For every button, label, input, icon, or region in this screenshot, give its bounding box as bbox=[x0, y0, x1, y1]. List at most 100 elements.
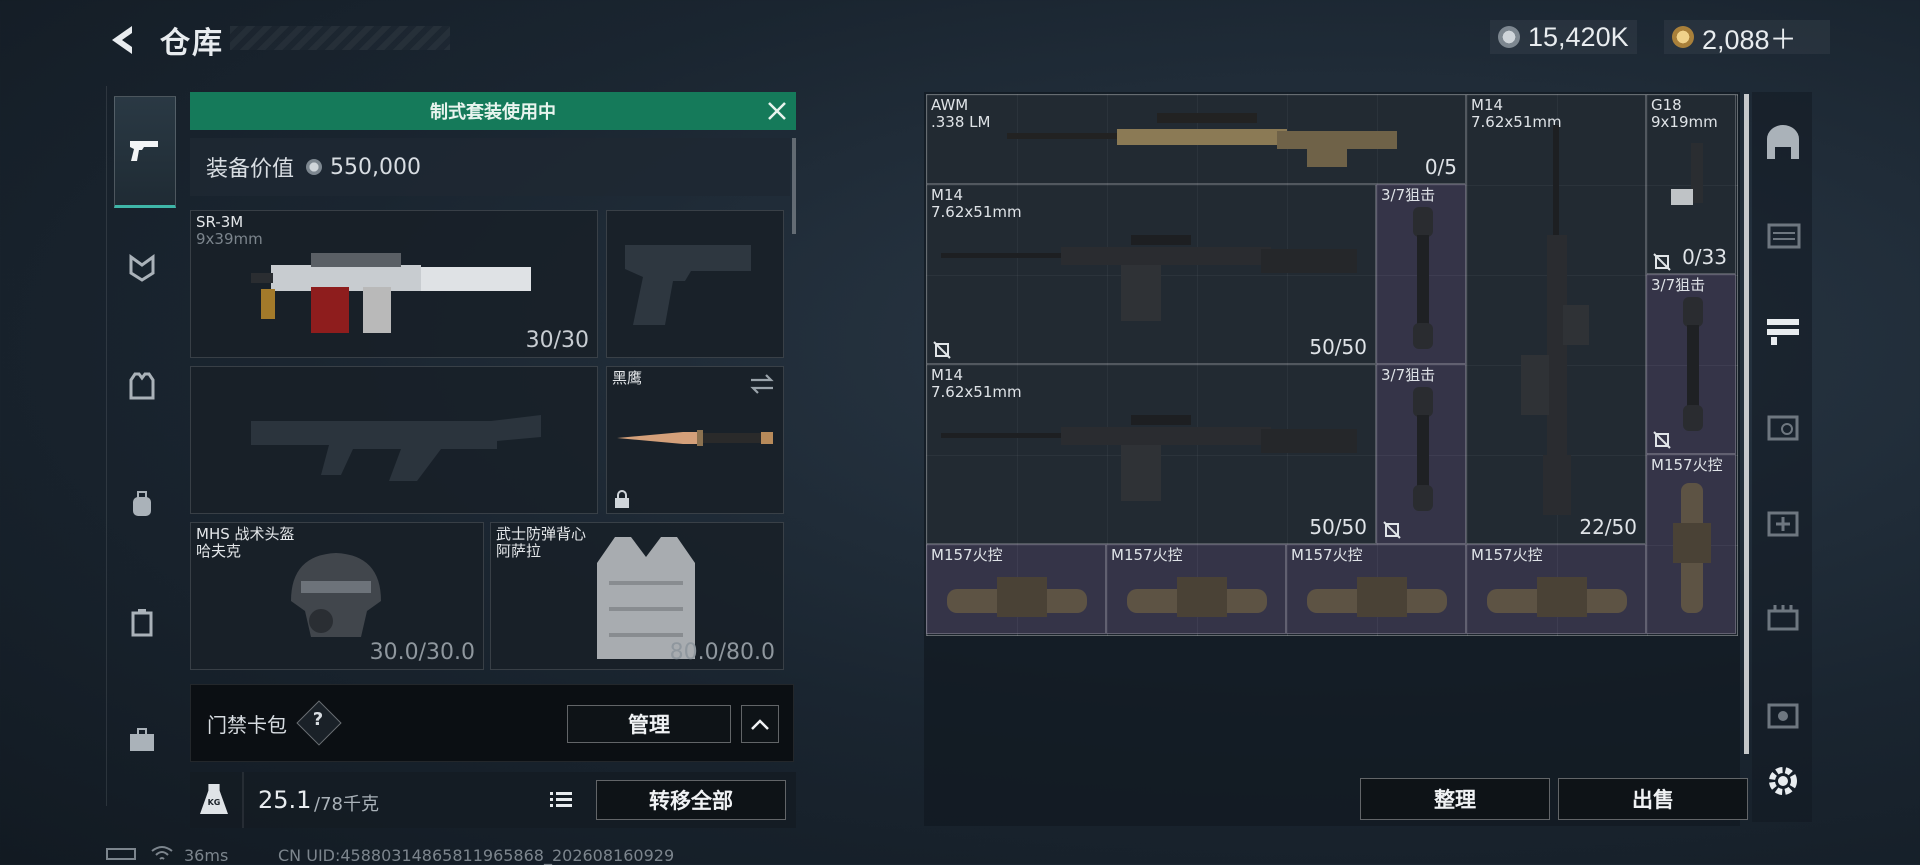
g18-pistol-image bbox=[1671, 143, 1703, 205]
transfer-all-button[interactable]: 转移全部 bbox=[596, 780, 786, 820]
tab-weapons[interactable] bbox=[114, 96, 176, 208]
settings-button[interactable] bbox=[1758, 756, 1808, 806]
inventory-item-m14[interactable]: M14 7.62x51mm 50/50 bbox=[926, 364, 1376, 544]
gold-coin-icon bbox=[1672, 26, 1694, 48]
inventory-item-scope[interactable]: 3/7狙击 bbox=[1376, 364, 1466, 544]
item-caliber: 7.62x51mm bbox=[931, 383, 1022, 401]
m157-sight-image bbox=[1673, 483, 1711, 613]
inventory-item-m14[interactable]: M14 7.62x51mm 50/50 bbox=[926, 184, 1376, 364]
armor-slot[interactable]: 武士防弹背心 阿萨拉 80.0/80.0 bbox=[490, 522, 784, 670]
storage-crate-icon bbox=[1767, 415, 1799, 441]
expand-button[interactable] bbox=[741, 705, 779, 743]
tab-toolbox[interactable] bbox=[112, 710, 172, 770]
preset-banner: 制式套装使用中 bbox=[190, 92, 796, 130]
close-preset-button[interactable] bbox=[758, 92, 796, 130]
tab-backpack[interactable] bbox=[112, 474, 172, 534]
battery-icon bbox=[106, 848, 136, 860]
preset-banner-text: 制式套装使用中 bbox=[430, 102, 556, 123]
item-name: M157火控 bbox=[1651, 456, 1723, 474]
inventory-item-m157[interactable]: M157火控 bbox=[1106, 544, 1286, 634]
silver-currency: 15,420K bbox=[1490, 20, 1637, 54]
list-view-button[interactable] bbox=[546, 786, 576, 814]
inventory-scrollbar[interactable] bbox=[1744, 94, 1749, 754]
inventory-item-m157[interactable]: M157火控 bbox=[1646, 454, 1736, 634]
sort-button[interactable]: 整理 bbox=[1360, 778, 1550, 820]
scope-image bbox=[1683, 297, 1703, 431]
inventory-item-m157[interactable]: M157火控 bbox=[1286, 544, 1466, 634]
lock-icon bbox=[615, 490, 629, 508]
tab-storage-5[interactable] bbox=[1758, 496, 1808, 546]
page-title: 仓库 bbox=[160, 26, 224, 61]
manage-button[interactable]: 管理 bbox=[567, 705, 731, 743]
user-uid: CN UID:458803148658119658​68_20260816092… bbox=[278, 846, 675, 865]
gear-value: 550,000 bbox=[330, 154, 421, 180]
mask-icon bbox=[129, 254, 155, 282]
title-decoration bbox=[230, 26, 450, 50]
inventory-item-scope[interactable]: 3/7狙击 bbox=[1646, 274, 1736, 454]
storage-ammo-icon bbox=[1767, 605, 1799, 631]
item-count: 50/50 bbox=[1309, 515, 1367, 539]
item-name: M157火控 bbox=[1471, 546, 1543, 564]
m14-rifle-image bbox=[1521, 125, 1589, 515]
inventory-item-m157[interactable]: M157火控 bbox=[1466, 544, 1646, 634]
silver-coin-icon bbox=[306, 159, 323, 175]
inventory-item-m157[interactable]: M157火控 bbox=[926, 544, 1106, 634]
swap-icon[interactable] bbox=[749, 373, 775, 395]
gear-icon bbox=[1769, 767, 1797, 795]
armor-durability: 80.0/80.0 bbox=[669, 640, 775, 665]
tab-vest[interactable] bbox=[112, 356, 172, 416]
primary-weapon-slot[interactable]: SR-3M 9x39mm 30/30 bbox=[190, 210, 598, 358]
tab-storage-6[interactable] bbox=[1758, 592, 1808, 642]
melee-slot[interactable]: 黑鹰 bbox=[606, 366, 784, 514]
inventory-item-m14-tall[interactable]: M14 7.62x51mm 22/50 bbox=[1466, 94, 1646, 544]
item-name: M157火控 bbox=[1111, 546, 1183, 564]
sell-button[interactable]: 出售 bbox=[1558, 778, 1748, 820]
sr3m-rifle-image bbox=[251, 253, 531, 333]
m14-rifle-image bbox=[941, 415, 1357, 501]
tab-storage-weapons[interactable] bbox=[1758, 304, 1808, 354]
item-caliber: 7.62x51mm bbox=[931, 203, 1022, 221]
keycard-bag-row: 门禁卡包 ? 管理 bbox=[190, 684, 794, 762]
gear-value-row: 装备价值 550,000 bbox=[190, 138, 790, 196]
ping-text: 36ms bbox=[184, 846, 229, 865]
gear-value-label: 装备价值 bbox=[206, 157, 295, 182]
sidearm-slot[interactable] bbox=[606, 210, 784, 358]
melee-name: 黑鹰 bbox=[612, 369, 643, 387]
helmet-slot[interactable]: MHS 战术头盔 哈夫克 30.0/30.0 bbox=[190, 522, 484, 670]
tab-warehouse[interactable] bbox=[1758, 118, 1808, 168]
tab-storage-7[interactable] bbox=[1758, 688, 1808, 738]
tab-storage-4[interactable] bbox=[1758, 400, 1808, 450]
item-count: 0/33 bbox=[1682, 245, 1727, 269]
item-name: G18 bbox=[1651, 96, 1682, 114]
container-icon bbox=[131, 609, 153, 637]
item-count: 50/50 bbox=[1309, 335, 1367, 359]
rifle-silhouette-icon bbox=[251, 415, 541, 481]
secondary-weapon-slot[interactable] bbox=[190, 366, 598, 514]
silver-coin-icon bbox=[1498, 26, 1520, 48]
m157-sight-image bbox=[1307, 577, 1447, 617]
tab-container[interactable] bbox=[112, 592, 172, 652]
no-mag-icon bbox=[1383, 521, 1401, 539]
storage-shelf-icon bbox=[1767, 223, 1801, 249]
gold-currency[interactable]: 2,088＋ bbox=[1664, 20, 1830, 55]
silver-currency-value: 15,420K bbox=[1528, 21, 1629, 52]
inventory-item-awm[interactable]: AWM .338 LM 0/5 bbox=[926, 94, 1466, 184]
weight-row: KG 25.1 /78千克 转移全部 bbox=[190, 772, 796, 828]
item-name: M157火控 bbox=[931, 546, 1003, 564]
tab-storage-2[interactable] bbox=[1758, 208, 1808, 258]
loadout-scrollbar[interactable] bbox=[792, 138, 796, 234]
inventory-item-g18[interactable]: G18 9x19mm 0/33 bbox=[1646, 94, 1736, 274]
item-caliber: 9x19mm bbox=[1651, 113, 1718, 131]
toolbox-icon bbox=[130, 728, 154, 751]
close-icon bbox=[768, 102, 786, 120]
helmet-faction: 哈夫克 bbox=[196, 542, 242, 560]
knife-image bbox=[617, 430, 773, 446]
back-button[interactable] bbox=[104, 20, 144, 60]
tab-helmet[interactable] bbox=[112, 238, 172, 298]
item-count: 22/50 bbox=[1579, 515, 1637, 539]
inventory-item-scope[interactable]: 3/7狙击 bbox=[1376, 184, 1466, 364]
warehouse-icon bbox=[1767, 125, 1799, 159]
pistol-silhouette-icon bbox=[625, 245, 751, 325]
item-name: M14 bbox=[1471, 96, 1504, 114]
storage-gear-icon bbox=[1767, 703, 1799, 729]
